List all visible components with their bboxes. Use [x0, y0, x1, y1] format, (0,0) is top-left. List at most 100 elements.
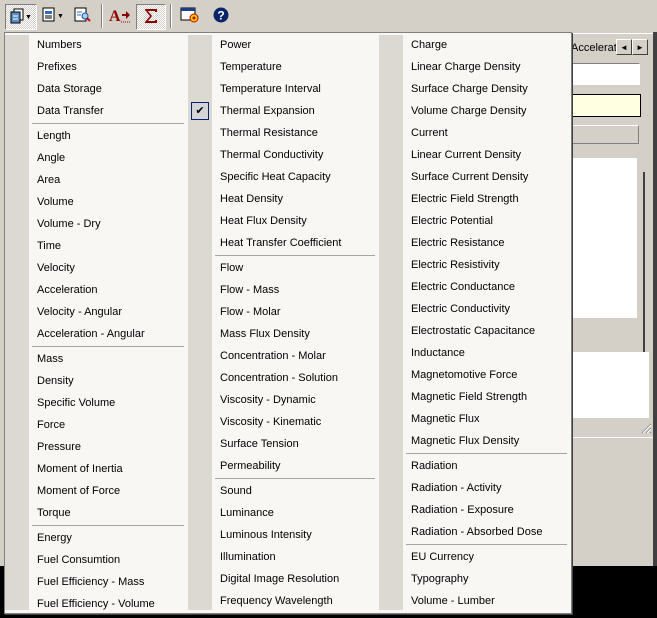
menu-item[interactable]: Flow - Molar [188, 301, 379, 323]
menu-item[interactable]: Energy [5, 527, 188, 549]
menu-item[interactable]: Electric Conductivity [379, 298, 571, 320]
menu-item[interactable]: Volume [5, 191, 188, 213]
menu-item[interactable]: Viscosity - Kinematic [188, 411, 379, 433]
menu-item[interactable]: Magnetic Flux [379, 408, 571, 430]
menu-item[interactable]: Torque [5, 502, 188, 524]
menu-item[interactable]: Electric Field Strength [379, 188, 571, 210]
menu-item[interactable]: Surface Tension [188, 433, 379, 455]
menu-item[interactable]: Electric Resistivity [379, 254, 571, 276]
menu-item[interactable]: Volume Charge Density [379, 100, 571, 122]
menu-item[interactable]: Numbers [5, 34, 188, 56]
menu-item[interactable]: Current [379, 122, 571, 144]
menu-item[interactable]: Fuel Efficiency - Volume [5, 593, 188, 615]
menu-item[interactable]: Fuel Consumtion [5, 549, 188, 571]
menu-item[interactable]: Electric Potential [379, 210, 571, 232]
menu-item[interactable]: Acceleration - Angular [5, 323, 188, 345]
menu-item[interactable]: Fuel Efficiency - Mass [5, 571, 188, 593]
menu-item[interactable]: EU Currency [379, 546, 571, 568]
menu-item[interactable]: Flow [188, 257, 379, 279]
menu-item[interactable]: Luminance [188, 502, 379, 524]
convert-text-button[interactable]: A [106, 4, 134, 28]
menu-item[interactable]: Digital Image Resolution [188, 568, 379, 590]
menu-item-label: Velocity - Angular [37, 306, 122, 318]
copy-menu-button[interactable]: ▼ [5, 4, 37, 30]
menu-item[interactable]: Moment of Inertia [5, 458, 188, 480]
menu-item[interactable]: Linear Current Density [379, 144, 571, 166]
menu-item[interactable]: Surface Charge Density [379, 78, 571, 100]
menu-item[interactable]: Prefixes [5, 56, 188, 78]
menu-item[interactable]: Moment of Force [5, 480, 188, 502]
menu-item[interactable]: Illumination [188, 546, 379, 568]
menu-item[interactable]: Specific Heat Capacity [188, 166, 379, 188]
menu-item[interactable]: Density [5, 370, 188, 392]
menu-item[interactable]: Mass [5, 348, 188, 370]
menu-item[interactable]: Thermal Expansion ✔ [188, 100, 379, 122]
menu-item-label: Velocity [37, 262, 75, 274]
menu-item[interactable]: Specific Volume [5, 392, 188, 414]
menu-item[interactable]: Inductance [379, 342, 571, 364]
tab-acceleration[interactable]: Accelerat [571, 42, 617, 54]
menu-item[interactable]: Velocity - Angular [5, 301, 188, 323]
menu-item[interactable]: Length [5, 125, 188, 147]
sum-button[interactable] [136, 4, 166, 30]
menu-item[interactable]: Concentration - Molar [188, 345, 379, 367]
menu-item-label: Concentration - Solution [220, 372, 339, 384]
settings-window-button[interactable] [176, 4, 204, 28]
menu-item[interactable]: Frequency Wavelength [188, 590, 379, 612]
menu-item[interactable]: Electric Conductance [379, 276, 571, 298]
menu-item[interactable]: Angle [5, 147, 188, 169]
menu-item[interactable]: Radiation - Activity [379, 477, 571, 499]
menu-item[interactable]: Electric Resistance [379, 232, 571, 254]
menu-item[interactable]: Heat Density [188, 188, 379, 210]
menu-item[interactable]: Magnetomotive Force [379, 364, 571, 386]
menu-item[interactable]: Radiation [379, 455, 571, 477]
menu-item[interactable]: Thermal Conductivity [188, 144, 379, 166]
menu-item[interactable]: Volume - Dry [5, 213, 188, 235]
menu-item[interactable]: Thermal Resistance [188, 122, 379, 144]
resize-grip-icon[interactable] [640, 422, 652, 434]
menu-item[interactable]: Area [5, 169, 188, 191]
menu-item[interactable]: Data Transfer [5, 100, 188, 122]
menu-item[interactable]: Electrostatic Capacitance [379, 320, 571, 342]
menu-item[interactable]: Pressure [5, 436, 188, 458]
tab-scroll-right-button[interactable]: ► [632, 39, 648, 55]
menu-item[interactable]: Volume - Lumber [379, 590, 571, 612]
menu-item[interactable]: Mass Flux Density [188, 323, 379, 345]
menu-item[interactable]: Radiation - Exposure [379, 499, 571, 521]
tab-scroll-left-button[interactable]: ◄ [616, 39, 632, 55]
menu-item[interactable]: Velocity [5, 257, 188, 279]
menu-item[interactable]: Luminous Intensity [188, 524, 379, 546]
menu-item[interactable]: Permeability [188, 455, 379, 477]
menu-item[interactable]: Linear Charge Density [379, 56, 571, 78]
menu-item-label: Electrostatic Capacitance [411, 325, 536, 337]
background-highlight-field[interactable] [571, 94, 641, 117]
menu-item[interactable]: Flow - Mass [188, 279, 379, 301]
menu-item-label: Charge [411, 39, 448, 51]
background-input-field[interactable] [571, 63, 640, 85]
menu-item[interactable]: Temperature [188, 56, 379, 78]
menu-item-label: Volume - Dry [37, 218, 101, 230]
menu-item[interactable]: Data Storage [5, 78, 188, 100]
menu-item[interactable]: Acceleration [5, 279, 188, 301]
menu-item[interactable]: Power [188, 34, 379, 56]
help-button[interactable]: ? [208, 4, 234, 28]
menu-item[interactable]: Typography [379, 568, 571, 590]
menu-item[interactable]: Surface Current Density [379, 166, 571, 188]
document-menu-button[interactable]: ▼ [40, 4, 66, 28]
menu-item[interactable]: Magnetic Field Strength [379, 386, 571, 408]
menu-item-label: Temperature [220, 61, 282, 73]
menu-item[interactable]: Viscosity - Dynamic [188, 389, 379, 411]
menu-item[interactable]: Magnetic Flux Density [379, 430, 571, 452]
menu-item[interactable]: Heat Transfer Coefficient [188, 232, 379, 254]
menu-item[interactable]: Charge [379, 34, 571, 56]
menu-item[interactable]: Sound [188, 480, 379, 502]
menu-item[interactable]: Concentration - Solution [188, 367, 379, 389]
find-button[interactable] [70, 4, 96, 28]
menu-item[interactable]: Temperature Interval [188, 78, 379, 100]
menu-item[interactable]: Radiation - Absorbed Dose [379, 521, 571, 543]
menu-item[interactable]: Heat Flux Density [188, 210, 379, 232]
menu-item[interactable]: Time [5, 235, 188, 257]
menu-item[interactable]: Force [5, 414, 188, 436]
menu-item-label: Linear Current Density [411, 149, 522, 161]
background-text-area[interactable] [571, 352, 649, 418]
